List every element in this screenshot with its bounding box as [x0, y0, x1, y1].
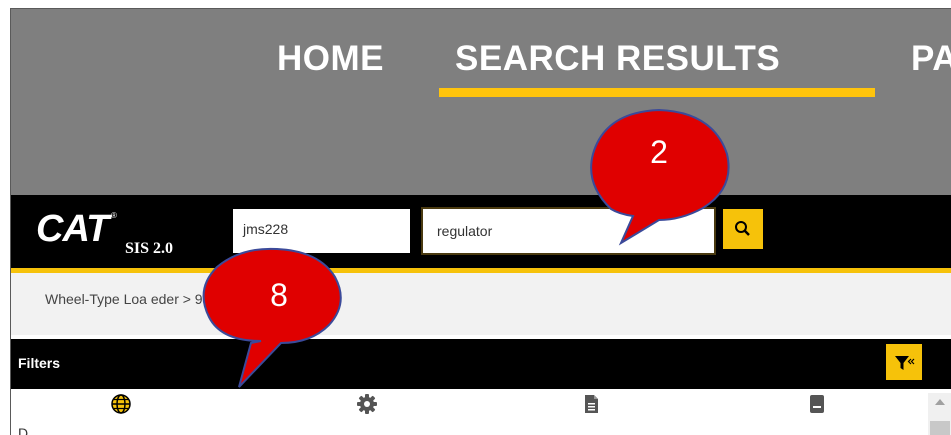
filters-label: Filters	[18, 355, 61, 371]
book-icon[interactable]	[805, 392, 829, 416]
cat-logo[interactable]: CAT	[36, 209, 109, 249]
filters-bar	[11, 339, 951, 389]
screenshot-frame: HOME SEARCH RESULTS PA CAT ® SIS 2.0 jms…	[10, 8, 951, 435]
filter-collapse-icon	[895, 356, 915, 370]
scroll-up-arrow-icon[interactable]	[935, 399, 945, 405]
top-navigation: HOME SEARCH RESULTS PA	[11, 9, 951, 195]
nav-home[interactable]: HOME	[277, 39, 384, 79]
callout-number-8: 8	[270, 277, 288, 313]
gear-icon[interactable]	[355, 392, 379, 416]
product-name: SIS 2.0	[125, 240, 174, 257]
trademark: ®	[111, 211, 117, 220]
scroll-thumb[interactable]	[930, 421, 950, 435]
callout-number-2: 2	[650, 134, 668, 170]
callout-bubble-2	[590, 108, 730, 246]
collapse-filters-button[interactable]	[886, 344, 922, 380]
nav-parts[interactable]: PA	[911, 39, 951, 79]
globe-icon[interactable]	[109, 392, 133, 416]
nav-search-results[interactable]: SEARCH RESULTS	[455, 39, 780, 79]
callout-bubble-8	[202, 247, 342, 388]
document-icon[interactable]	[579, 392, 603, 416]
active-tab-underline	[439, 88, 875, 97]
